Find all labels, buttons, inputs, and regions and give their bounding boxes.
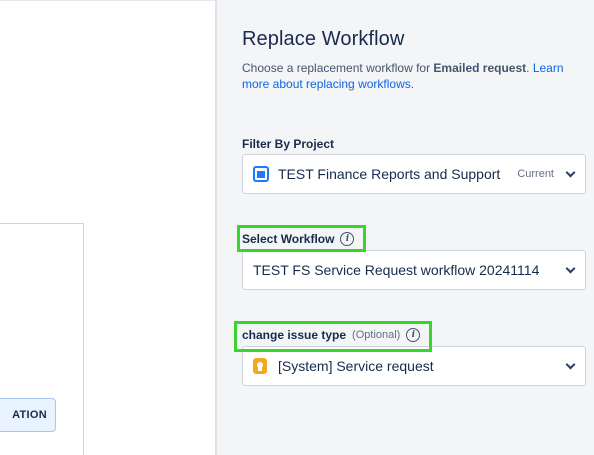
select-workflow-value: TEST FS Service Request workflow 2024111… <box>253 262 540 278</box>
change-issue-type-value: [System] Service request <box>278 358 434 374</box>
change-issue-type-select[interactable]: [System] Service request <box>242 346 586 386</box>
select-workflow-highlight <box>237 225 366 252</box>
panel-title: Replace Workflow <box>242 28 405 50</box>
filter-by-project-value: TEST Finance Reports and Support <box>278 166 501 182</box>
change-issue-type-highlight <box>234 321 432 352</box>
panel-description: Choose a replacement workflow for Emaile… <box>242 60 582 92</box>
chevron-down-icon[interactable] <box>566 266 575 275</box>
service-request-icon <box>253 358 267 374</box>
current-badge: Current <box>517 168 554 180</box>
chevron-down-icon[interactable] <box>566 362 575 371</box>
filter-by-project-label: Filter By Project <box>242 137 334 151</box>
select-workflow-select[interactable]: TEST FS Service Request workflow 2024111… <box>242 250 586 290</box>
filter-by-project-label-text: Filter By Project <box>242 137 335 151</box>
description-period: . <box>526 61 530 75</box>
replace-workflow-panel: Replace Workflow Choose a replacement wo… <box>215 0 594 455</box>
filter-by-project-select[interactable]: TEST Finance Reports and Support Current <box>242 154 586 194</box>
workflow-status-node[interactable]: ATION <box>0 398 56 432</box>
description-issue-type: Emailed request <box>433 61 527 75</box>
workflow-canvas[interactable]: ATION <box>0 0 215 455</box>
description-text: Choose a replacement workflow for <box>242 61 434 75</box>
chevron-down-icon[interactable] <box>566 170 575 179</box>
project-icon <box>253 166 269 182</box>
